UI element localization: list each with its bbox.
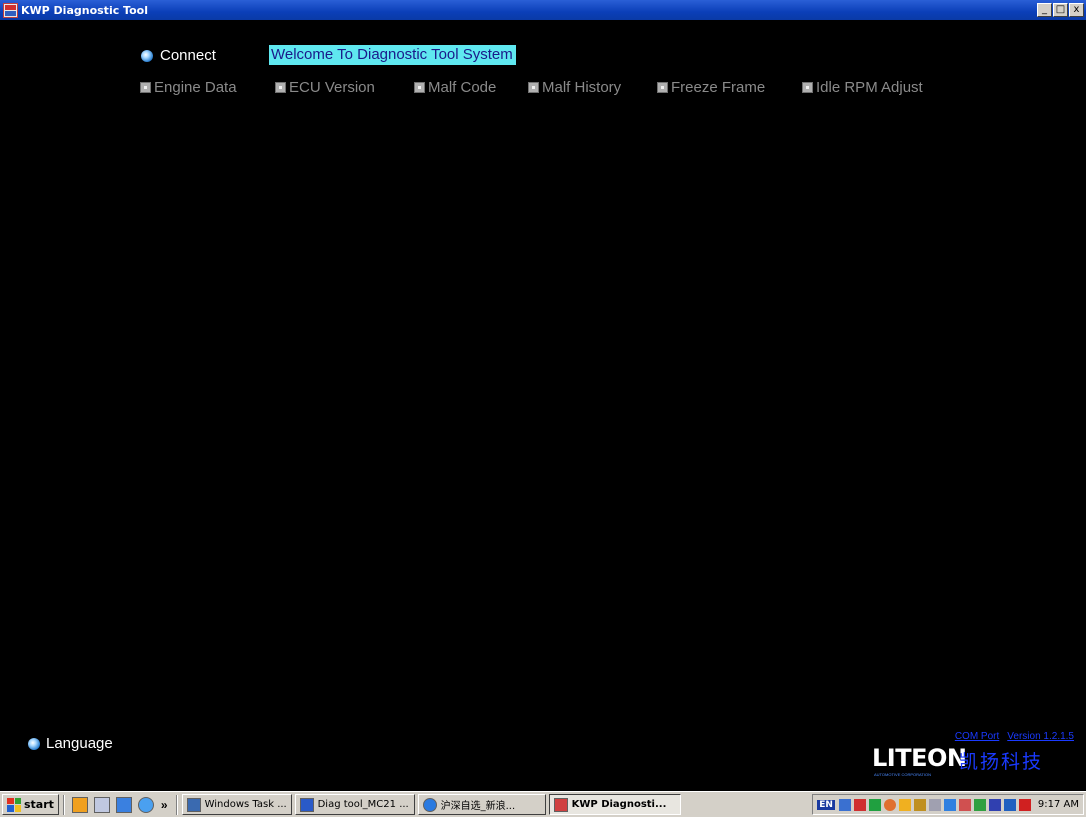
internet-explorer-icon[interactable]: [137, 796, 154, 813]
notepad-icon[interactable]: [93, 796, 110, 813]
language-label[interactable]: Language: [46, 735, 113, 752]
language-radio-icon[interactable]: [28, 737, 40, 750]
menu-item-freeze-frame[interactable]: Freeze Frame: [657, 79, 765, 96]
menu-item-malf-code[interactable]: Malf Code: [414, 79, 496, 96]
freeze-frame-button-icon[interactable]: [657, 82, 668, 93]
tool-icon[interactable]: [958, 798, 971, 811]
system-tray: EN 9:17 AM: [812, 794, 1084, 815]
task-button-browser[interactable]: 沪深自选_新浪...: [417, 794, 546, 815]
network-icon[interactable]: [838, 798, 851, 811]
connection-icon[interactable]: [943, 798, 956, 811]
speaker-icon[interactable]: [853, 798, 866, 811]
taskbar-separator: [175, 794, 178, 815]
app-icon: [3, 2, 18, 18]
menu-label: Engine Data: [154, 79, 237, 96]
task-label: 沪深自选_新浪...: [440, 801, 516, 812]
menu-label: Malf Code: [428, 79, 497, 96]
connect-radio-icon[interactable]: [141, 49, 153, 62]
title-bar[interactable]: KWP Diagnostic Tool _ □ x: [0, 0, 1086, 20]
windows-logo-icon: [7, 797, 21, 812]
task-button-kwp-diagnostic[interactable]: KWP Diagnosti...: [548, 794, 681, 815]
settings-icon[interactable]: [913, 798, 926, 811]
quicklaunch-overflow-icon[interactable]: »: [161, 798, 168, 812]
clock: 9:17 AM: [1037, 799, 1079, 810]
liteon-subtitle: AUTOMOTIVE CORPORATION: [874, 772, 931, 777]
footer-links: COM Port Version 1.2.1.5: [955, 731, 1074, 742]
start-label: start: [24, 798, 54, 811]
display-icon[interactable]: [1003, 798, 1016, 811]
maximize-button[interactable]: □: [1053, 3, 1068, 17]
word-document-icon: [299, 797, 314, 812]
security-icon[interactable]: [883, 798, 896, 811]
menu-item-engine-data[interactable]: Engine Data: [140, 79, 237, 96]
task-label: Windows Task ...: [204, 799, 287, 810]
close-button[interactable]: x: [1069, 3, 1084, 17]
antivirus-icon[interactable]: [1018, 798, 1031, 811]
task-label: KWP Diagnosti...: [571, 799, 667, 810]
start-button[interactable]: start: [2, 794, 59, 815]
wireless-icon[interactable]: [973, 798, 986, 811]
users-icon[interactable]: [928, 798, 941, 811]
language-indicator[interactable]: EN: [817, 799, 835, 810]
task-manager-icon: [186, 797, 201, 812]
update-icon[interactable]: [898, 798, 911, 811]
task-label: Diag tool_MC21 ...: [317, 799, 409, 810]
shield-icon[interactable]: [988, 798, 1001, 811]
version-link[interactable]: Version 1.2.1.5: [1007, 731, 1074, 742]
main-area: Connect Welcome To Diagnostic Tool Syste…: [0, 20, 1086, 782]
brand-chinese-name: 凯扬科技: [959, 751, 1044, 773]
idle-rpm-adjust-button-icon[interactable]: [802, 82, 813, 93]
com-port-link[interactable]: COM Port: [955, 731, 999, 742]
connect-label[interactable]: Connect: [160, 47, 216, 64]
menu-item-ecu-version[interactable]: ECU Version: [275, 79, 375, 96]
menu-item-idle-rpm-adjust[interactable]: Idle RPM Adjust: [802, 79, 923, 96]
taskbar: start » Windows Task ... Diag tool_MC21 …: [0, 791, 1086, 817]
liteon-logo: LITEON: [872, 744, 967, 772]
brand-logo: LITEON AUTOMOTIVE CORPORATION 凯扬科技: [872, 744, 1077, 780]
menu-label: ECU Version: [289, 79, 375, 96]
kwp-app-icon: [553, 797, 568, 812]
menu-label: Freeze Frame: [671, 79, 766, 96]
minimize-button[interactable]: _: [1037, 3, 1052, 17]
menu-label: Malf History: [542, 79, 622, 96]
language-option[interactable]: Language: [28, 735, 113, 752]
monitor-icon[interactable]: [868, 798, 881, 811]
window-title: KWP Diagnostic Tool: [21, 3, 148, 17]
menu-item-malf-history[interactable]: Malf History: [528, 79, 621, 96]
taskbar-separator: [62, 794, 65, 815]
ecu-version-button-icon[interactable]: [275, 82, 286, 93]
browser-icon: [422, 797, 437, 812]
show-desktop-icon[interactable]: [71, 796, 88, 813]
malf-history-button-icon[interactable]: [528, 82, 539, 93]
connect-option[interactable]: Connect: [141, 47, 216, 64]
task-button-diag-tool-doc[interactable]: Diag tool_MC21 ...: [294, 794, 415, 815]
menu-label: Idle RPM Adjust: [816, 79, 923, 96]
window-controls: _ □ x: [1037, 3, 1084, 17]
welcome-message: Welcome To Diagnostic Tool System: [269, 45, 516, 65]
malf-code-button-icon[interactable]: [414, 82, 425, 93]
task-button-windows-task[interactable]: Windows Task ...: [181, 794, 292, 815]
media-player-icon[interactable]: [115, 796, 132, 813]
engine-data-button-icon[interactable]: [140, 82, 151, 93]
